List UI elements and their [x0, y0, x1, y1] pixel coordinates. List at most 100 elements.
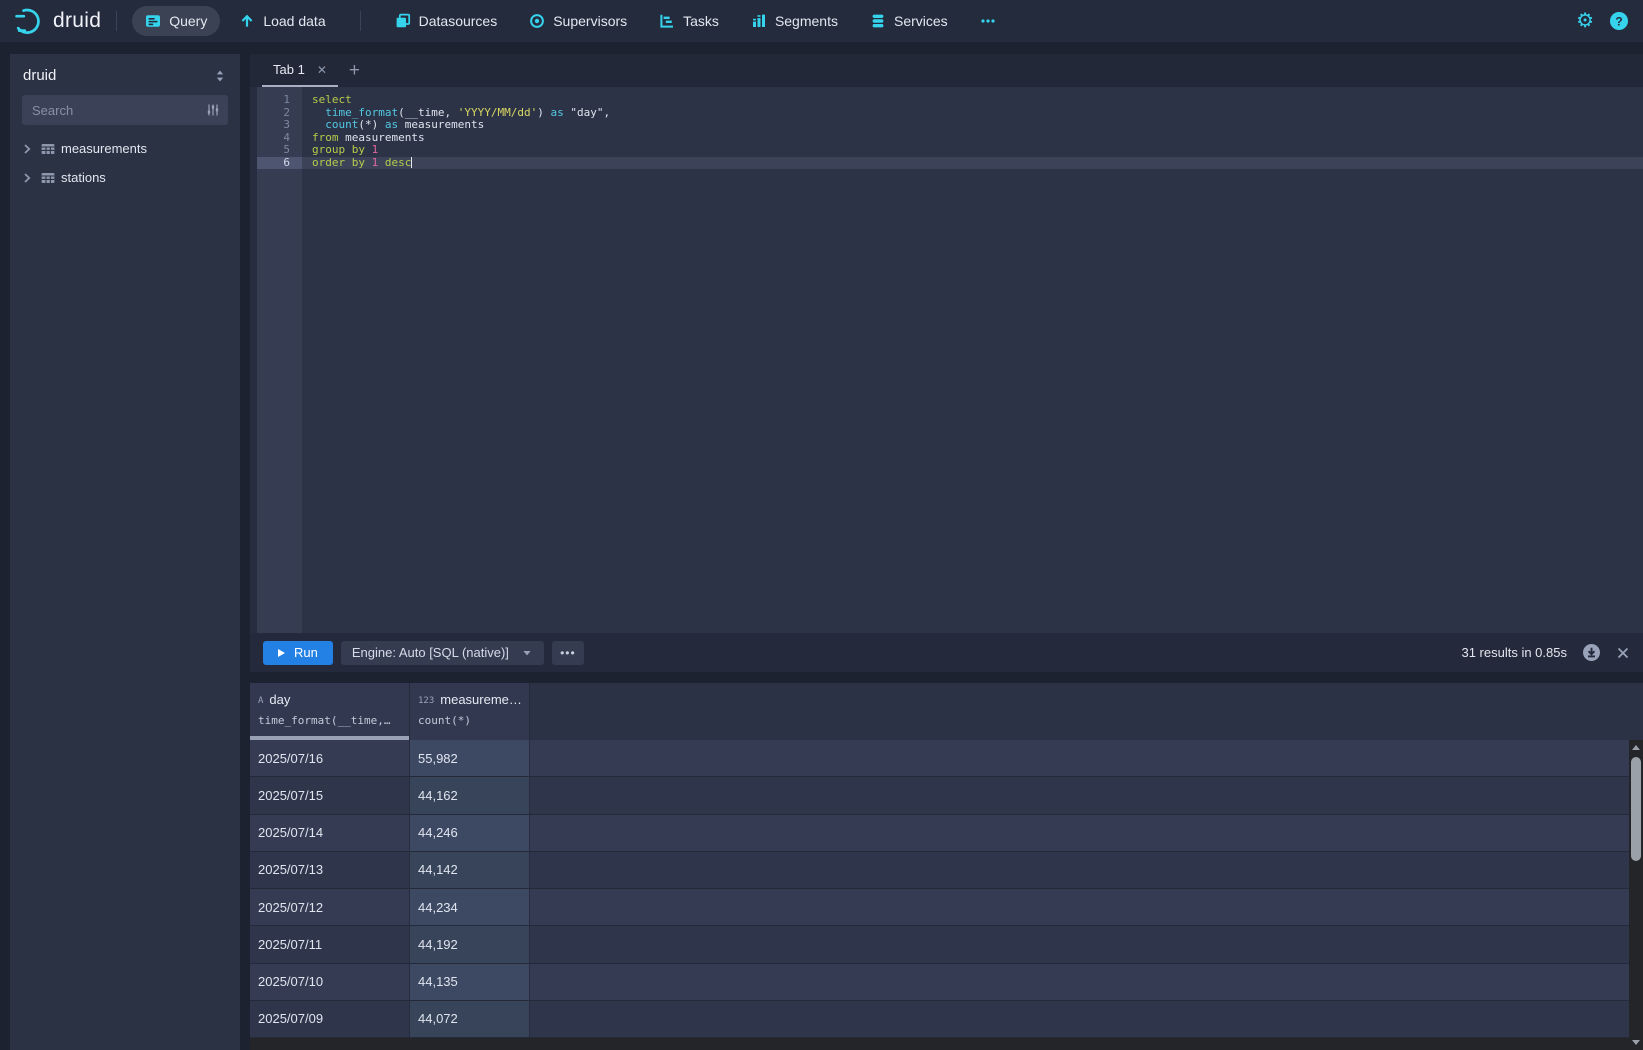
druid-logo-icon[interactable]	[14, 6, 44, 36]
load-data-icon	[239, 13, 255, 29]
code-line-6[interactable]: order by 1 desc	[302, 157, 1643, 170]
cell-day[interactable]: 2025/07/13	[250, 852, 410, 888]
tab-tab-1[interactable]: Tab 1 ✕	[262, 54, 338, 87]
nav-divider	[360, 11, 361, 31]
cell-day[interactable]: 2025/07/15	[250, 777, 410, 813]
number-type-icon: 123	[418, 696, 434, 706]
cell-measurements[interactable]: 44,192	[410, 926, 530, 962]
line-number: 5	[257, 144, 302, 157]
schema-title: druid	[23, 67, 56, 84]
run-bar: Run Engine: Auto [SQL (native)] ••• 31 r…	[250, 633, 1643, 672]
cell-measurements[interactable]: 44,072	[410, 1001, 530, 1037]
settings-gear-icon[interactable]: ⚙	[1576, 11, 1594, 31]
results-status: 31 results in 0.85s	[1461, 645, 1567, 660]
cell-measurements[interactable]: 44,234	[410, 889, 530, 925]
table-row[interactable]: 2025/07/1144,192	[250, 926, 1629, 963]
row-filler	[530, 740, 1629, 776]
run-button[interactable]: Run	[263, 641, 333, 665]
code-line-3[interactable]: count(*) as measurements	[302, 119, 1643, 132]
string-type-icon: A	[258, 696, 263, 706]
editor-code-area[interactable]: select time_format(__time, 'YYYY/MM/dd')…	[302, 87, 1643, 633]
close-results-icon[interactable]	[1616, 646, 1630, 660]
segments-icon	[751, 13, 767, 29]
table-row[interactable]: 2025/07/1344,142	[250, 852, 1629, 889]
schema-sidebar: druid measurements stations	[10, 54, 240, 1050]
tree-item-label: stations	[61, 170, 106, 185]
cell-day[interactable]: 2025/07/16	[250, 740, 410, 776]
editor-gutter: 123456	[250, 87, 302, 633]
engine-select[interactable]: Engine: Auto [SQL (native)]	[341, 641, 544, 665]
results-header: A day time_format(__time,… 123 measureme…	[250, 683, 1643, 740]
column-header-measurements[interactable]: 123 measureme… count(*)	[410, 683, 530, 740]
query-icon	[145, 13, 161, 29]
svg-text:?: ?	[1615, 14, 1622, 28]
nav-item-more[interactable]	[967, 6, 1009, 36]
vertical-scrollbar[interactable]	[1629, 740, 1643, 1050]
cell-measurements[interactable]: 44,162	[410, 777, 530, 813]
nav-item-services[interactable]: Services	[857, 6, 961, 36]
tree-item-label: measurements	[61, 141, 147, 156]
tasks-icon	[659, 13, 675, 29]
table-icon	[40, 170, 56, 186]
double-caret-vertical-icon[interactable]	[212, 68, 228, 84]
code-line-2[interactable]: time_format(__time, 'YYYY/MM/dd') as "da…	[302, 107, 1643, 120]
scrollbar-thumb[interactable]	[1631, 757, 1641, 861]
cell-measurements[interactable]: 44,135	[410, 964, 530, 1000]
nav-right: ⚙ ?	[1576, 11, 1629, 31]
tree-item-measurements[interactable]: measurements	[10, 134, 240, 163]
text-cursor	[411, 157, 412, 168]
line-number: 2	[257, 107, 302, 120]
row-filler	[530, 777, 1629, 813]
cell-day[interactable]: 2025/07/14	[250, 815, 410, 851]
add-tab-button[interactable]: +	[349, 60, 360, 82]
nav-item-query[interactable]: Query	[132, 6, 220, 36]
table-row[interactable]: 2025/07/1655,982	[250, 740, 1629, 777]
cell-measurements[interactable]: 44,142	[410, 852, 530, 888]
row-filler	[530, 852, 1629, 888]
cell-day[interactable]: 2025/07/12	[250, 889, 410, 925]
nav-item-label: Tasks	[683, 13, 719, 29]
nav-item-supervisors[interactable]: Supervisors	[516, 6, 640, 36]
table-row[interactable]: 2025/07/1244,234	[250, 889, 1629, 926]
close-tab-icon[interactable]: ✕	[317, 63, 327, 77]
run-more-button[interactable]: •••	[552, 641, 584, 665]
brand: druid	[14, 6, 101, 36]
line-number: 6	[257, 157, 302, 170]
cell-day[interactable]: 2025/07/10	[250, 964, 410, 1000]
line-number: 4	[257, 132, 302, 145]
code-line-5[interactable]: group by 1	[302, 144, 1643, 157]
table-row[interactable]: 2025/07/1444,246	[250, 815, 1629, 852]
scroll-up-arrow[interactable]	[1632, 745, 1640, 750]
column-header-day[interactable]: A day time_format(__time,…	[250, 683, 410, 740]
nav-item-datasources[interactable]: Datasources	[382, 6, 511, 36]
code-line-4[interactable]: from measurements	[302, 132, 1643, 145]
chevron-right-icon[interactable]	[19, 141, 35, 157]
row-filler	[530, 964, 1629, 1000]
table-row[interactable]: 2025/07/0944,072	[250, 1001, 1629, 1038]
filter-sliders-icon[interactable]	[205, 102, 221, 123]
table-row[interactable]: 2025/07/1044,135	[250, 964, 1629, 1001]
brand-wordmark: druid	[53, 9, 101, 33]
cell-measurements[interactable]: 44,246	[410, 815, 530, 851]
nav-item-segments[interactable]: Segments	[738, 6, 851, 36]
cell-day[interactable]: 2025/07/11	[250, 926, 410, 962]
scroll-down-arrow[interactable]	[1632, 1040, 1640, 1045]
play-icon	[278, 649, 285, 657]
datasource-tree: measurements stations	[10, 134, 240, 192]
chevron-right-icon[interactable]	[19, 170, 35, 186]
horizontal-scrollbar[interactable]	[250, 1038, 1629, 1050]
nav-item-load-data[interactable]: Load data	[226, 6, 338, 36]
download-icon[interactable]	[1582, 643, 1601, 662]
sql-editor[interactable]: 123456 select time_format(__time, 'YYYY/…	[250, 87, 1643, 633]
nav-item-label: Segments	[775, 13, 838, 29]
top-navbar: druid QueryLoad data DatasourcesSuperviso…	[0, 0, 1643, 42]
cell-day[interactable]: 2025/07/09	[250, 1001, 410, 1037]
cell-measurements[interactable]: 55,982	[410, 740, 530, 776]
tree-item-stations[interactable]: stations	[10, 163, 240, 192]
help-icon[interactable]: ?	[1609, 11, 1629, 31]
search-input[interactable]	[22, 95, 228, 125]
line-number: 3	[257, 119, 302, 132]
supervisors-icon	[529, 13, 545, 29]
table-row[interactable]: 2025/07/1544,162	[250, 777, 1629, 814]
nav-item-tasks[interactable]: Tasks	[646, 6, 732, 36]
